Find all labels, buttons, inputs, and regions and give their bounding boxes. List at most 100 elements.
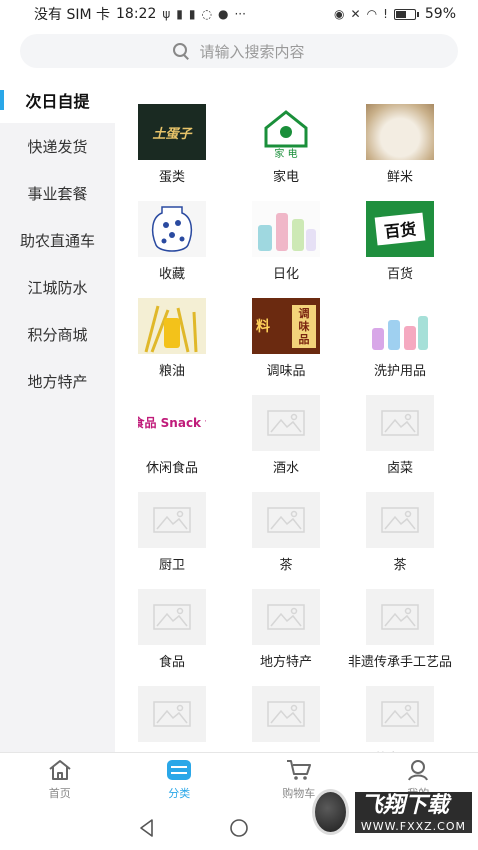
- category-label: 酒水: [272, 461, 299, 476]
- category-item[interactable]: 洗护用品: [343, 298, 457, 395]
- sidebar-item-0[interactable]: 次日自提: [0, 76, 115, 123]
- sidebar-item-1[interactable]: 快递发货: [0, 123, 115, 170]
- category-item[interactable]: 共享乐园: [343, 686, 457, 752]
- battery-small-icon-2: ▮: [188, 7, 196, 21]
- category-item[interactable]: 酒水: [229, 395, 343, 492]
- category-label: 家电: [272, 170, 299, 185]
- wechat-icon: ●: [217, 7, 229, 21]
- search-input[interactable]: 请输入搜索内容: [20, 34, 458, 68]
- tab-home-label: 首页: [48, 787, 71, 800]
- image-placeholder-icon: [366, 686, 434, 742]
- sidebar-item-label: 快递发货: [27, 138, 88, 156]
- category-item[interactable]: 卤菜: [343, 395, 457, 492]
- image-placeholder-icon: [252, 686, 320, 742]
- category-item[interactable]: 地方特产: [229, 589, 343, 686]
- sidebar-item-5[interactable]: 积分商城: [0, 311, 115, 358]
- watermark-icon: [312, 789, 349, 835]
- sidebar-item-label: 江城防水: [27, 279, 88, 297]
- category-item[interactable]: 料调味品 调味品: [229, 298, 343, 395]
- category-item[interactable]: 茶: [343, 492, 457, 589]
- home-circle-icon[interactable]: [228, 817, 250, 839]
- battery-icon: [393, 8, 419, 20]
- category-item[interactable]: 百货 百货: [343, 201, 457, 298]
- category-item[interactable]: 非遗传承手工艺品: [343, 589, 457, 686]
- category-label: 非遗传承手工艺品: [347, 655, 452, 670]
- category-image: 料调味品: [252, 298, 320, 354]
- category-image: 百货: [366, 201, 434, 257]
- category-label: 地方特产: [259, 655, 312, 670]
- image-placeholder-icon: [138, 589, 206, 645]
- category-label: 收藏: [158, 267, 185, 282]
- category-image: [366, 104, 434, 160]
- category-item[interactable]: 土蛋子 蛋类: [115, 104, 229, 201]
- category-label: 百货: [386, 267, 413, 282]
- alert-icon: !: [383, 7, 388, 21]
- category-item[interactable]: 电子产品: [229, 686, 343, 752]
- category-label: 卤菜: [386, 461, 413, 476]
- category-image: [366, 298, 434, 354]
- category-label: 粮油: [158, 364, 185, 379]
- image-placeholder-icon: [252, 395, 320, 451]
- category-item[interactable]: 食品: [115, 589, 229, 686]
- category-grid-panel: 土蛋子蛋类家 电家电鲜米收藏日化百货百货粮油料调味品调味品洗护用品休闲食品 Sn…: [115, 76, 478, 752]
- category-item[interactable]: 鲜米: [343, 104, 457, 201]
- sidebar-item-label: 助农直通车: [19, 232, 95, 250]
- status-bar: 没有 SIM 卡 18:22 ψ ▮ ▮ ◌ ● ··· ◉ ✕ ◠ ! 59%: [0, 0, 478, 28]
- sidebar-item-6[interactable]: 地方特产: [0, 358, 115, 405]
- tab-category-label: 分类: [168, 787, 191, 800]
- category-label: 食品: [158, 655, 185, 670]
- wifi-icon: ◠: [366, 7, 378, 21]
- watermark-url: WWW.FXXZ.COM: [354, 819, 472, 833]
- tab-home[interactable]: 首页: [0, 753, 120, 806]
- search-icon: [173, 43, 189, 59]
- category-item[interactable]: 家 电家电: [229, 104, 343, 201]
- sidebar-item-label: 次日自提: [25, 91, 90, 111]
- carrier-text: 没有 SIM 卡: [34, 7, 110, 23]
- status-right: ◉ ✕ ◠ ! 59%: [334, 6, 456, 22]
- category-icon: [167, 760, 192, 780]
- search-bar: 请输入搜索内容: [0, 28, 478, 76]
- cart-icon: [286, 760, 311, 780]
- category-label: 茶: [279, 558, 293, 573]
- category-item[interactable]: 生鲜: [115, 686, 229, 752]
- image-placeholder-icon: [252, 589, 320, 645]
- category-item[interactable]: 厨卫: [115, 492, 229, 589]
- category-image: [138, 298, 206, 354]
- category-label: 鲜米: [386, 170, 413, 185]
- category-image: 休闲食品 Snack food: [138, 415, 206, 430]
- category-item[interactable]: 休闲食品 Snack food 休闲食品: [115, 395, 229, 492]
- category-item[interactable]: 粮油: [115, 298, 229, 395]
- battery-small-icon: ▮: [176, 7, 183, 21]
- category-image: [138, 201, 206, 257]
- tab-category[interactable]: 分类: [120, 753, 240, 806]
- chat-icon: ◌: [201, 7, 212, 21]
- category-label: 日化: [272, 267, 299, 282]
- sidebar-item-2[interactable]: 事业套餐: [0, 170, 115, 217]
- watermark-title: 飞翔下载: [354, 791, 472, 820]
- category-label: 厨卫: [158, 558, 185, 573]
- image-placeholder-icon: [366, 589, 434, 645]
- category-label: 休闲食品: [145, 461, 198, 476]
- eye-icon: ◉: [334, 7, 345, 21]
- status-left: 没有 SIM 卡 18:22 ψ ▮ ▮ ◌ ● ···: [34, 4, 246, 24]
- usb-icon: ψ: [162, 7, 171, 21]
- watermark-logo: 飞翔下载 WWW.FXXZ.COM: [312, 786, 472, 838]
- sidebar-item-4[interactable]: 江城防水: [0, 264, 115, 311]
- back-icon[interactable]: [136, 817, 158, 839]
- category-item[interactable]: 收藏: [115, 201, 229, 298]
- image-placeholder-icon: [138, 686, 206, 742]
- battery-percent: 59%: [424, 6, 456, 22]
- category-image: 家 电: [252, 104, 320, 160]
- sidebar-item-3[interactable]: 助农直通车: [0, 217, 115, 264]
- category-label: 蛋类: [158, 170, 185, 185]
- category-label: 调味品: [266, 364, 306, 379]
- mute-icon: ✕: [350, 7, 361, 21]
- category-item[interactable]: 茶: [229, 492, 343, 589]
- image-placeholder-icon: [366, 395, 434, 451]
- svg-text:家 电: 家 电: [274, 147, 297, 160]
- category-item[interactable]: 日化: [229, 201, 343, 298]
- image-placeholder-icon: [252, 492, 320, 548]
- category-grid: 土蛋子蛋类家 电家电鲜米收藏日化百货百货粮油料调味品调味品洗护用品休闲食品 Sn…: [115, 76, 478, 752]
- category-image: 土蛋子: [138, 104, 206, 160]
- sidebar-item-label: 积分商城: [27, 326, 88, 344]
